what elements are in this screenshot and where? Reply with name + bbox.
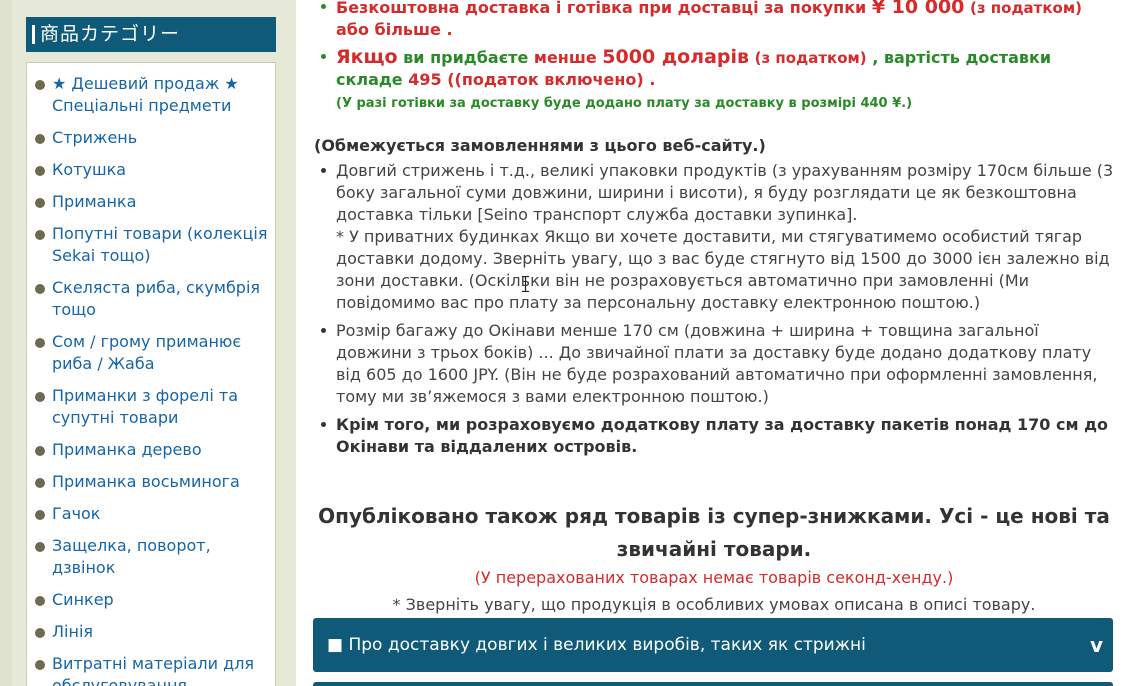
next-accordion[interactable] bbox=[313, 682, 1113, 686]
attention-note: * Зверніть увагу, що продукція в особлив… bbox=[392, 595, 1036, 614]
category-link-octopus-lure[interactable]: Приманка восьминога bbox=[33, 471, 269, 493]
restriction-note: (Обмежується замовленнями з цього веб-са… bbox=[314, 136, 766, 155]
shipping-info: Безкоштовна доставка і готівка при доста… bbox=[296, 0, 1138, 686]
shipping-less: менше bbox=[533, 48, 597, 67]
category-list: ★ Дешевий продаж ★ Спеціальні предмети С… bbox=[26, 62, 276, 686]
long-item-accordion[interactable]: ■ Про доставку довгих і великих виробів,… bbox=[313, 618, 1113, 672]
remote-islands-note: Крім того, ми розраховуємо додаткову пла… bbox=[314, 414, 1114, 458]
sale-headline: Опубліковано також ряд товарів із супер-… bbox=[318, 504, 1110, 561]
left-strip bbox=[0, 0, 12, 686]
no-second-hand-note: (У перерахованих товарах немає товарів с… bbox=[474, 568, 954, 587]
free-shipping-item: Безкоштовна доставка і готівка при доста… bbox=[314, 0, 1114, 41]
category-link-hook[interactable]: Гачок bbox=[33, 503, 269, 525]
cod-fee-note: (У разі готівки за доставку буде додано … bbox=[336, 96, 913, 111]
category-header: 商品カテゴリー bbox=[26, 17, 276, 52]
long-item-text: Довгий стрижень і т.д., великі упаковки … bbox=[336, 161, 1114, 224]
shipping-fee-item: Якщо ви придбаєте менше 5000 доларів (з … bbox=[314, 46, 1114, 91]
free-shipping-amount: ¥ 10 000 bbox=[871, 0, 965, 18]
category-link-trout[interactable]: Приманки з форелі та супутні товари bbox=[33, 385, 269, 429]
category-link-rod[interactable]: Стрижень bbox=[33, 127, 269, 149]
home-delivery-note: * У приватних будинках Якщо ви хочете до… bbox=[336, 227, 1110, 312]
shipping-if: Якщо bbox=[336, 46, 398, 68]
shipping-buy: ви придбаєте bbox=[403, 48, 529, 67]
category-sidebar: 商品カテゴリー ★ Дешевий продаж ★ Спеціальні пр… bbox=[26, 0, 276, 686]
category-link-accessories[interactable]: Попутні товари (колекція Sekai тощо) bbox=[33, 223, 269, 267]
long-item-shipping: Довгий стрижень і т.д., великі упаковки … bbox=[314, 160, 1114, 314]
category-link-snap[interactable]: Защелка, поворот, дзвінок bbox=[33, 535, 269, 579]
free-shipping-text: Безкоштовна доставка і готівка при доста… bbox=[336, 0, 867, 17]
category-link-reel[interactable]: Котушка bbox=[33, 159, 269, 181]
shipping-period: . bbox=[649, 70, 656, 89]
text-cursor-icon bbox=[522, 276, 529, 292]
category-link-catfish[interactable]: Сом / грому приманює риба / Жаба bbox=[33, 331, 269, 375]
category-link-sale[interactable]: ★ Дешевий продаж ★ Спеціальні предмети bbox=[33, 73, 269, 117]
tax-note: (з податком) bbox=[969, 0, 1082, 17]
accordion-label: ■ Про доставку довгих і великих виробів,… bbox=[327, 635, 866, 655]
okinawa-shipping: Розмір багажу до Окінави менше 170 см (д… bbox=[314, 320, 1114, 408]
category-link-rockfish[interactable]: Скеляста риба, скумбрія тощо bbox=[33, 277, 269, 321]
shipping-threshold: 5000 доларів bbox=[602, 46, 750, 68]
category-link-sinker[interactable]: Синкер bbox=[33, 589, 269, 611]
shipping-tax: (з податком) bbox=[754, 49, 867, 67]
chevron-down-icon: v bbox=[1089, 633, 1103, 657]
free-shipping-suffix: або більше . bbox=[336, 20, 453, 39]
category-link-line[interactable]: Лінія bbox=[33, 621, 269, 643]
page: 商品カテゴリー ★ Дешевий продаж ★ Спеціальні пр… bbox=[0, 0, 1138, 686]
category-link-lure[interactable]: Приманка bbox=[33, 191, 269, 213]
category-link-wood-lure[interactable]: Приманка дерево bbox=[33, 439, 269, 461]
category-link-maintenance[interactable]: Витратні матеріали для обслуговування bbox=[33, 653, 269, 686]
shipping-cost-value: 495 ((податок включено) bbox=[408, 70, 644, 89]
